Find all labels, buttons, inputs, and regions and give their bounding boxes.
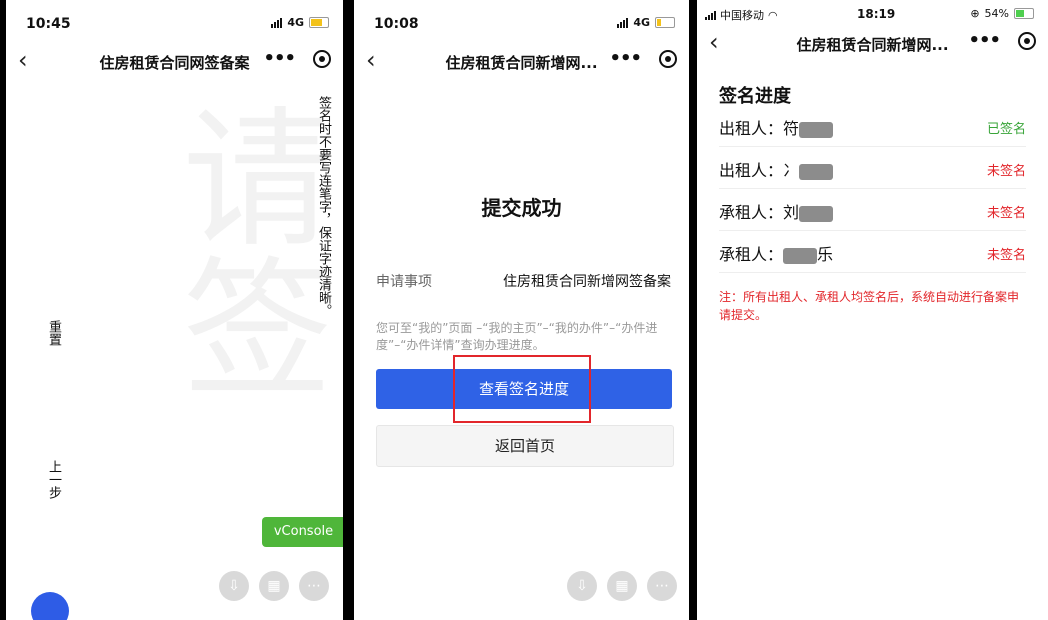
- signer-name: 冫: [783, 161, 800, 180]
- signature-progress-panel: 中国移动 ◠ 18:19 ⊕ 54% ‹ 住房租赁合同新增网... ••• 签名…: [697, 0, 1048, 620]
- wifi-icon: ◠: [768, 8, 778, 22]
- submit-success-panel: 10:08 4G ‹ 住房租赁合同新增网... ••• 提交成功 申请事项 住房…: [354, 0, 689, 620]
- network-type: 4G: [287, 16, 304, 29]
- previous-step-button[interactable]: 上一步: [44, 460, 63, 499]
- signer-role: 出租人：: [719, 161, 784, 180]
- section-title: 签名进度: [719, 86, 791, 107]
- mini-program-capsule: •••: [609, 48, 677, 69]
- signer-status: 未签名: [986, 205, 1026, 221]
- vconsole-button[interactable]: vConsole: [262, 517, 343, 547]
- redacted-name: [783, 247, 818, 264]
- highlight-box: [453, 355, 591, 423]
- progress-hint: 您可至“我的”页面 –“我的主页”–“我的办件”–“办件进度”–“办件详情”查询…: [376, 321, 658, 352]
- nav-bar: ‹ 住房租赁合同新增网... •••: [354, 40, 689, 84]
- application-item-label: 申请事项: [376, 274, 432, 290]
- signing-note: 注：所有出租人、承租人均签名后，系统自动进行备案申请提交。: [719, 290, 1020, 322]
- signer-name-tail: 乐: [817, 245, 834, 264]
- signature-instruction: 签名时不要写连笔字，保证字迹清晰。: [316, 96, 331, 317]
- signer-row: 出租人：冫 未签名: [719, 150, 1026, 189]
- signal-icon: [271, 17, 283, 28]
- close-target-icon[interactable]: [1018, 31, 1036, 50]
- application-item-value: 住房租赁合同新增网签备案: [503, 274, 671, 290]
- signer-status: 未签名: [986, 247, 1026, 263]
- floating-action-button[interactable]: [31, 592, 69, 620]
- signer-status: 未签名: [986, 163, 1026, 179]
- signer-role: 承租人：: [719, 245, 784, 264]
- nav-bar: ‹ 住房租赁合同网签备案 •••: [6, 40, 343, 84]
- battery-icon: [1014, 8, 1034, 19]
- grid-icon[interactable]: ▦: [607, 571, 637, 601]
- more-icon[interactable]: •••: [609, 48, 642, 69]
- more-icon[interactable]: •••: [263, 48, 296, 69]
- grid-icon[interactable]: ▦: [259, 571, 289, 601]
- signature-panel: 10:45 4G ‹ 住房租赁合同网签备案 ••• 请签 签名时不要写连笔字，保…: [6, 0, 343, 620]
- battery-icon: [309, 17, 329, 28]
- signal-icon: [705, 10, 716, 20]
- signer-row: 出租人：符 已签名: [719, 108, 1026, 147]
- back-home-button[interactable]: 返回首页: [376, 425, 674, 467]
- mini-program-capsule: •••: [263, 48, 331, 69]
- battery-percent: 54%: [984, 7, 1009, 20]
- signer-role: 出租人：: [719, 119, 784, 138]
- nav-bar: ‹ 住房租赁合同新增网... •••: [697, 22, 1048, 66]
- signer-status: 已签名: [986, 121, 1026, 137]
- download-icon[interactable]: ⇩: [219, 571, 249, 601]
- success-heading: 提交成功: [481, 196, 562, 220]
- signer-row: 承租人： 乐 未签名: [719, 234, 1026, 273]
- signer-name: 刘: [783, 203, 800, 222]
- signer-row: 承租人：刘 未签名: [719, 192, 1026, 231]
- more-icon[interactable]: ⋯: [299, 571, 329, 601]
- carrier-name: 中国移动: [720, 9, 764, 22]
- reset-button[interactable]: 重置: [44, 320, 63, 346]
- redacted-name: [799, 163, 834, 180]
- close-target-icon[interactable]: [313, 49, 331, 68]
- redacted-name: [799, 205, 834, 222]
- download-icon[interactable]: ⇩: [567, 571, 597, 601]
- signature-watermark: 请签: [157, 100, 331, 400]
- signal-icon: [617, 17, 629, 28]
- mini-program-capsule: •••: [968, 30, 1036, 51]
- more-icon[interactable]: ⋯: [647, 571, 677, 601]
- signer-name: 符: [783, 119, 800, 138]
- redacted-name: [799, 121, 834, 138]
- signer-role: 承租人：: [719, 203, 784, 222]
- more-icon[interactable]: •••: [968, 30, 1001, 51]
- status-time: 10:08: [374, 16, 419, 32]
- status-time: 10:45: [26, 16, 71, 32]
- close-target-icon[interactable]: [659, 49, 677, 68]
- alarm-icon: ⊕: [970, 7, 980, 20]
- battery-icon: [655, 17, 675, 28]
- network-type: 4G: [633, 16, 650, 29]
- status-time: 18:19: [857, 7, 896, 21]
